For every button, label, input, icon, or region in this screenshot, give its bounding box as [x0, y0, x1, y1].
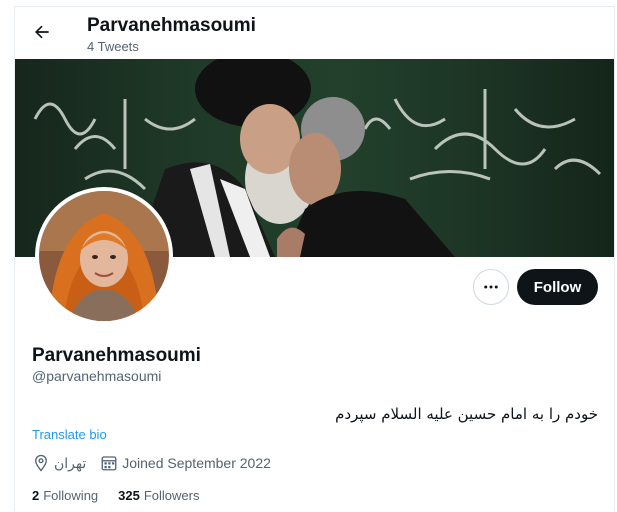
following-label: Following	[43, 488, 99, 503]
translate-bio-link[interactable]: Translate bio	[32, 427, 107, 442]
profile-bio: خودم را به امام حسین علیه السلام سپردم	[335, 405, 598, 423]
location-pin-icon	[35, 454, 47, 472]
profile-handle: @parvanehmasoumi	[32, 368, 162, 384]
avatar-photo	[39, 191, 169, 321]
more-dots-icon	[484, 285, 498, 289]
profile-meta: تهران Joined September 2022	[32, 454, 285, 472]
avatar[interactable]	[35, 187, 173, 325]
follow-stats: 2 Following 325 Followers	[32, 488, 219, 503]
followers-count: 325	[118, 488, 140, 503]
follow-button[interactable]: Follow	[517, 269, 598, 305]
profile-name: Parvanehmasoumi	[32, 345, 201, 366]
profile-page: Parvanehmasoumi 4 Tweets Follow Parvaneh…	[14, 6, 615, 511]
tweet-count: 4 Tweets	[87, 39, 139, 54]
following-count: 2	[32, 488, 40, 503]
location-text: تهران	[54, 454, 87, 471]
calendar-icon	[101, 456, 117, 471]
location-item: تهران	[32, 454, 86, 472]
joined-item: Joined September 2022	[100, 454, 271, 472]
back-arrow-icon	[35, 25, 49, 39]
followers-link[interactable]: 325 Followers	[118, 488, 199, 503]
joined-text: Joined September 2022	[122, 455, 271, 471]
back-button[interactable]	[29, 19, 55, 45]
header-title: Parvanehmasoumi	[87, 15, 256, 36]
followers-label: Followers	[143, 488, 200, 503]
more-options-button[interactable]	[473, 269, 509, 305]
profile-header: Parvanehmasoumi 4 Tweets	[15, 7, 614, 59]
following-link[interactable]: 2 Following	[32, 488, 98, 503]
